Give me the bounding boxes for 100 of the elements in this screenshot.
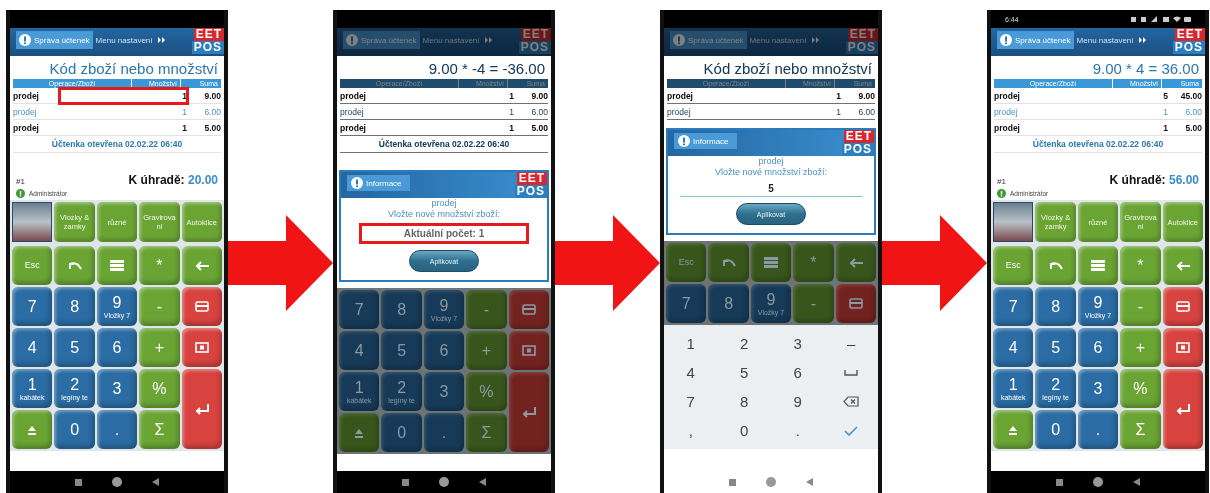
quantity-field[interactable]: Aktuální počet: 1 bbox=[358, 223, 530, 244]
menu-tab[interactable]: Správa účtenek bbox=[670, 31, 747, 49]
keypad-key[interactable]: 0 bbox=[1035, 410, 1076, 449]
keypad-key[interactable]: . bbox=[423, 413, 465, 452]
keyboard-key[interactable]: 6 bbox=[771, 358, 825, 387]
keypad-key[interactable]: 6 bbox=[423, 331, 465, 370]
menu-tab[interactable]: Menu nastavení bbox=[92, 31, 169, 49]
keypad-key[interactable]: % bbox=[466, 372, 507, 411]
keypad-key[interactable]: 5 bbox=[1035, 328, 1076, 367]
keypad-key[interactable] bbox=[1162, 328, 1203, 367]
menu-tab[interactable]: Menu nastavení bbox=[1073, 31, 1150, 49]
menu-tab[interactable]: Menu nastavení bbox=[746, 31, 823, 49]
keypad-key[interactable]: 5 bbox=[381, 331, 422, 370]
keypad-key[interactable]: 7 bbox=[339, 290, 380, 329]
keypad-key[interactable]: 4 bbox=[339, 331, 380, 370]
keypad-key[interactable]: 4 bbox=[12, 328, 53, 367]
keypad-key[interactable]: Σ bbox=[466, 413, 507, 452]
keyboard-key[interactable]: – bbox=[824, 329, 878, 358]
keypad-key[interactable] bbox=[1077, 246, 1119, 285]
keypad-key[interactable] bbox=[12, 410, 53, 449]
keypad-key[interactable]: 8 bbox=[381, 290, 422, 329]
keypad-key[interactable]: . bbox=[96, 410, 138, 449]
keypad-key[interactable]: 8 bbox=[708, 284, 749, 323]
keypad-key[interactable]: * bbox=[139, 246, 180, 285]
back-icon[interactable] bbox=[806, 478, 813, 486]
keypad-key[interactable]: 7 bbox=[666, 284, 707, 323]
photo-placeholder[interactable] bbox=[993, 202, 1034, 242]
home-icon[interactable] bbox=[439, 477, 449, 487]
keyboard-key[interactable]: 4 bbox=[664, 358, 718, 387]
keypad-key[interactable] bbox=[181, 287, 222, 326]
keypad-key[interactable] bbox=[993, 410, 1034, 449]
keyboard-key[interactable]: 0 bbox=[717, 416, 771, 445]
menu-tab[interactable]: Správa účtenek bbox=[997, 31, 1074, 49]
keypad-key[interactable] bbox=[1162, 369, 1203, 449]
keypad-key[interactable]: 7 bbox=[12, 287, 53, 326]
home-icon[interactable] bbox=[1093, 477, 1103, 487]
keypad-key[interactable]: Σ bbox=[1120, 410, 1161, 449]
keypad-key[interactable] bbox=[1035, 246, 1076, 285]
keypad-key[interactable]: 7 bbox=[993, 287, 1034, 326]
keyboard-key[interactable]: 3 bbox=[771, 329, 825, 358]
keypad-key[interactable] bbox=[708, 243, 749, 282]
quantity-field[interactable]: 5 bbox=[680, 181, 862, 197]
keyboard-key[interactable]: . bbox=[771, 416, 825, 445]
keypad-key[interactable]: 0 bbox=[54, 410, 95, 449]
photo-placeholder[interactable] bbox=[12, 202, 53, 242]
keypad-key[interactable]: % bbox=[1120, 369, 1161, 408]
home-icon[interactable] bbox=[112, 477, 122, 487]
keypad-key[interactable]: 8 bbox=[54, 287, 95, 326]
keypad-key[interactable]: 8 bbox=[1035, 287, 1076, 326]
back-icon[interactable] bbox=[479, 478, 486, 486]
keypad-key[interactable] bbox=[508, 372, 549, 452]
menu-tab[interactable]: Správa účtenek bbox=[16, 31, 93, 49]
keypad-key[interactable]: % bbox=[139, 369, 180, 408]
keyboard-key[interactable]: 2 bbox=[717, 329, 771, 358]
keyboard-key[interactable]: 8 bbox=[717, 387, 771, 416]
keyboard-key[interactable]: 7 bbox=[664, 387, 718, 416]
keyboard-key[interactable]: 5 bbox=[717, 358, 771, 387]
keypad-key[interactable]: 3 bbox=[96, 369, 138, 408]
keyboard-key[interactable]: 1 bbox=[664, 329, 718, 358]
keypad-key[interactable]: - bbox=[793, 284, 834, 323]
keypad-key[interactable]: Σ bbox=[139, 410, 180, 449]
menu-tab[interactable]: Správa účtenek bbox=[343, 31, 420, 49]
keypad-key[interactable]: * bbox=[1120, 246, 1161, 285]
keypad-key[interactable] bbox=[835, 284, 876, 323]
keypad-key[interactable]: . bbox=[1077, 410, 1119, 449]
keypad-key[interactable]: 4 bbox=[993, 328, 1034, 367]
keyboard-key[interactable]: 9 bbox=[771, 387, 825, 416]
keypad-key[interactable]: Esc bbox=[666, 243, 707, 282]
keyboard-key[interactable]: , bbox=[664, 416, 718, 445]
keypad-key[interactable] bbox=[508, 290, 549, 329]
keypad-key[interactable] bbox=[339, 413, 380, 452]
keypad-key[interactable]: 3 bbox=[423, 372, 465, 411]
keypad-key[interactable]: 0 bbox=[381, 413, 422, 452]
recents-icon[interactable] bbox=[729, 478, 736, 486]
keypad-key[interactable]: - bbox=[139, 287, 180, 326]
keypad-key[interactable]: 6 bbox=[96, 328, 138, 367]
keypad-key[interactable]: * bbox=[793, 243, 834, 282]
keypad-key[interactable]: 6 bbox=[1077, 328, 1119, 367]
keypad-key[interactable] bbox=[54, 246, 95, 285]
recents-icon[interactable] bbox=[75, 478, 82, 486]
menu-tab[interactable]: Menu nastavení bbox=[419, 31, 496, 49]
keypad-key[interactable]: Esc bbox=[12, 246, 53, 285]
keypad-key[interactable] bbox=[96, 246, 138, 285]
keypad-key[interactable] bbox=[181, 246, 222, 285]
keypad-key[interactable] bbox=[181, 369, 222, 449]
keypad-key[interactable]: + bbox=[466, 331, 507, 370]
keypad-key[interactable] bbox=[508, 331, 549, 370]
keypad-key[interactable] bbox=[750, 243, 792, 282]
keypad-key[interactable]: + bbox=[1120, 328, 1161, 367]
keypad-key[interactable] bbox=[835, 243, 876, 282]
keypad-key[interactable] bbox=[1162, 287, 1203, 326]
recents-icon[interactable] bbox=[1056, 478, 1063, 486]
keypad-key[interactable]: Esc bbox=[993, 246, 1034, 285]
keypad-key[interactable]: 3 bbox=[1077, 369, 1119, 408]
keypad-key[interactable]: - bbox=[1120, 287, 1161, 326]
back-icon[interactable] bbox=[152, 478, 159, 486]
keypad-key[interactable]: + bbox=[139, 328, 180, 367]
keypad-key[interactable] bbox=[181, 328, 222, 367]
keypad-key[interactable] bbox=[1162, 246, 1203, 285]
back-icon[interactable] bbox=[1133, 478, 1140, 486]
